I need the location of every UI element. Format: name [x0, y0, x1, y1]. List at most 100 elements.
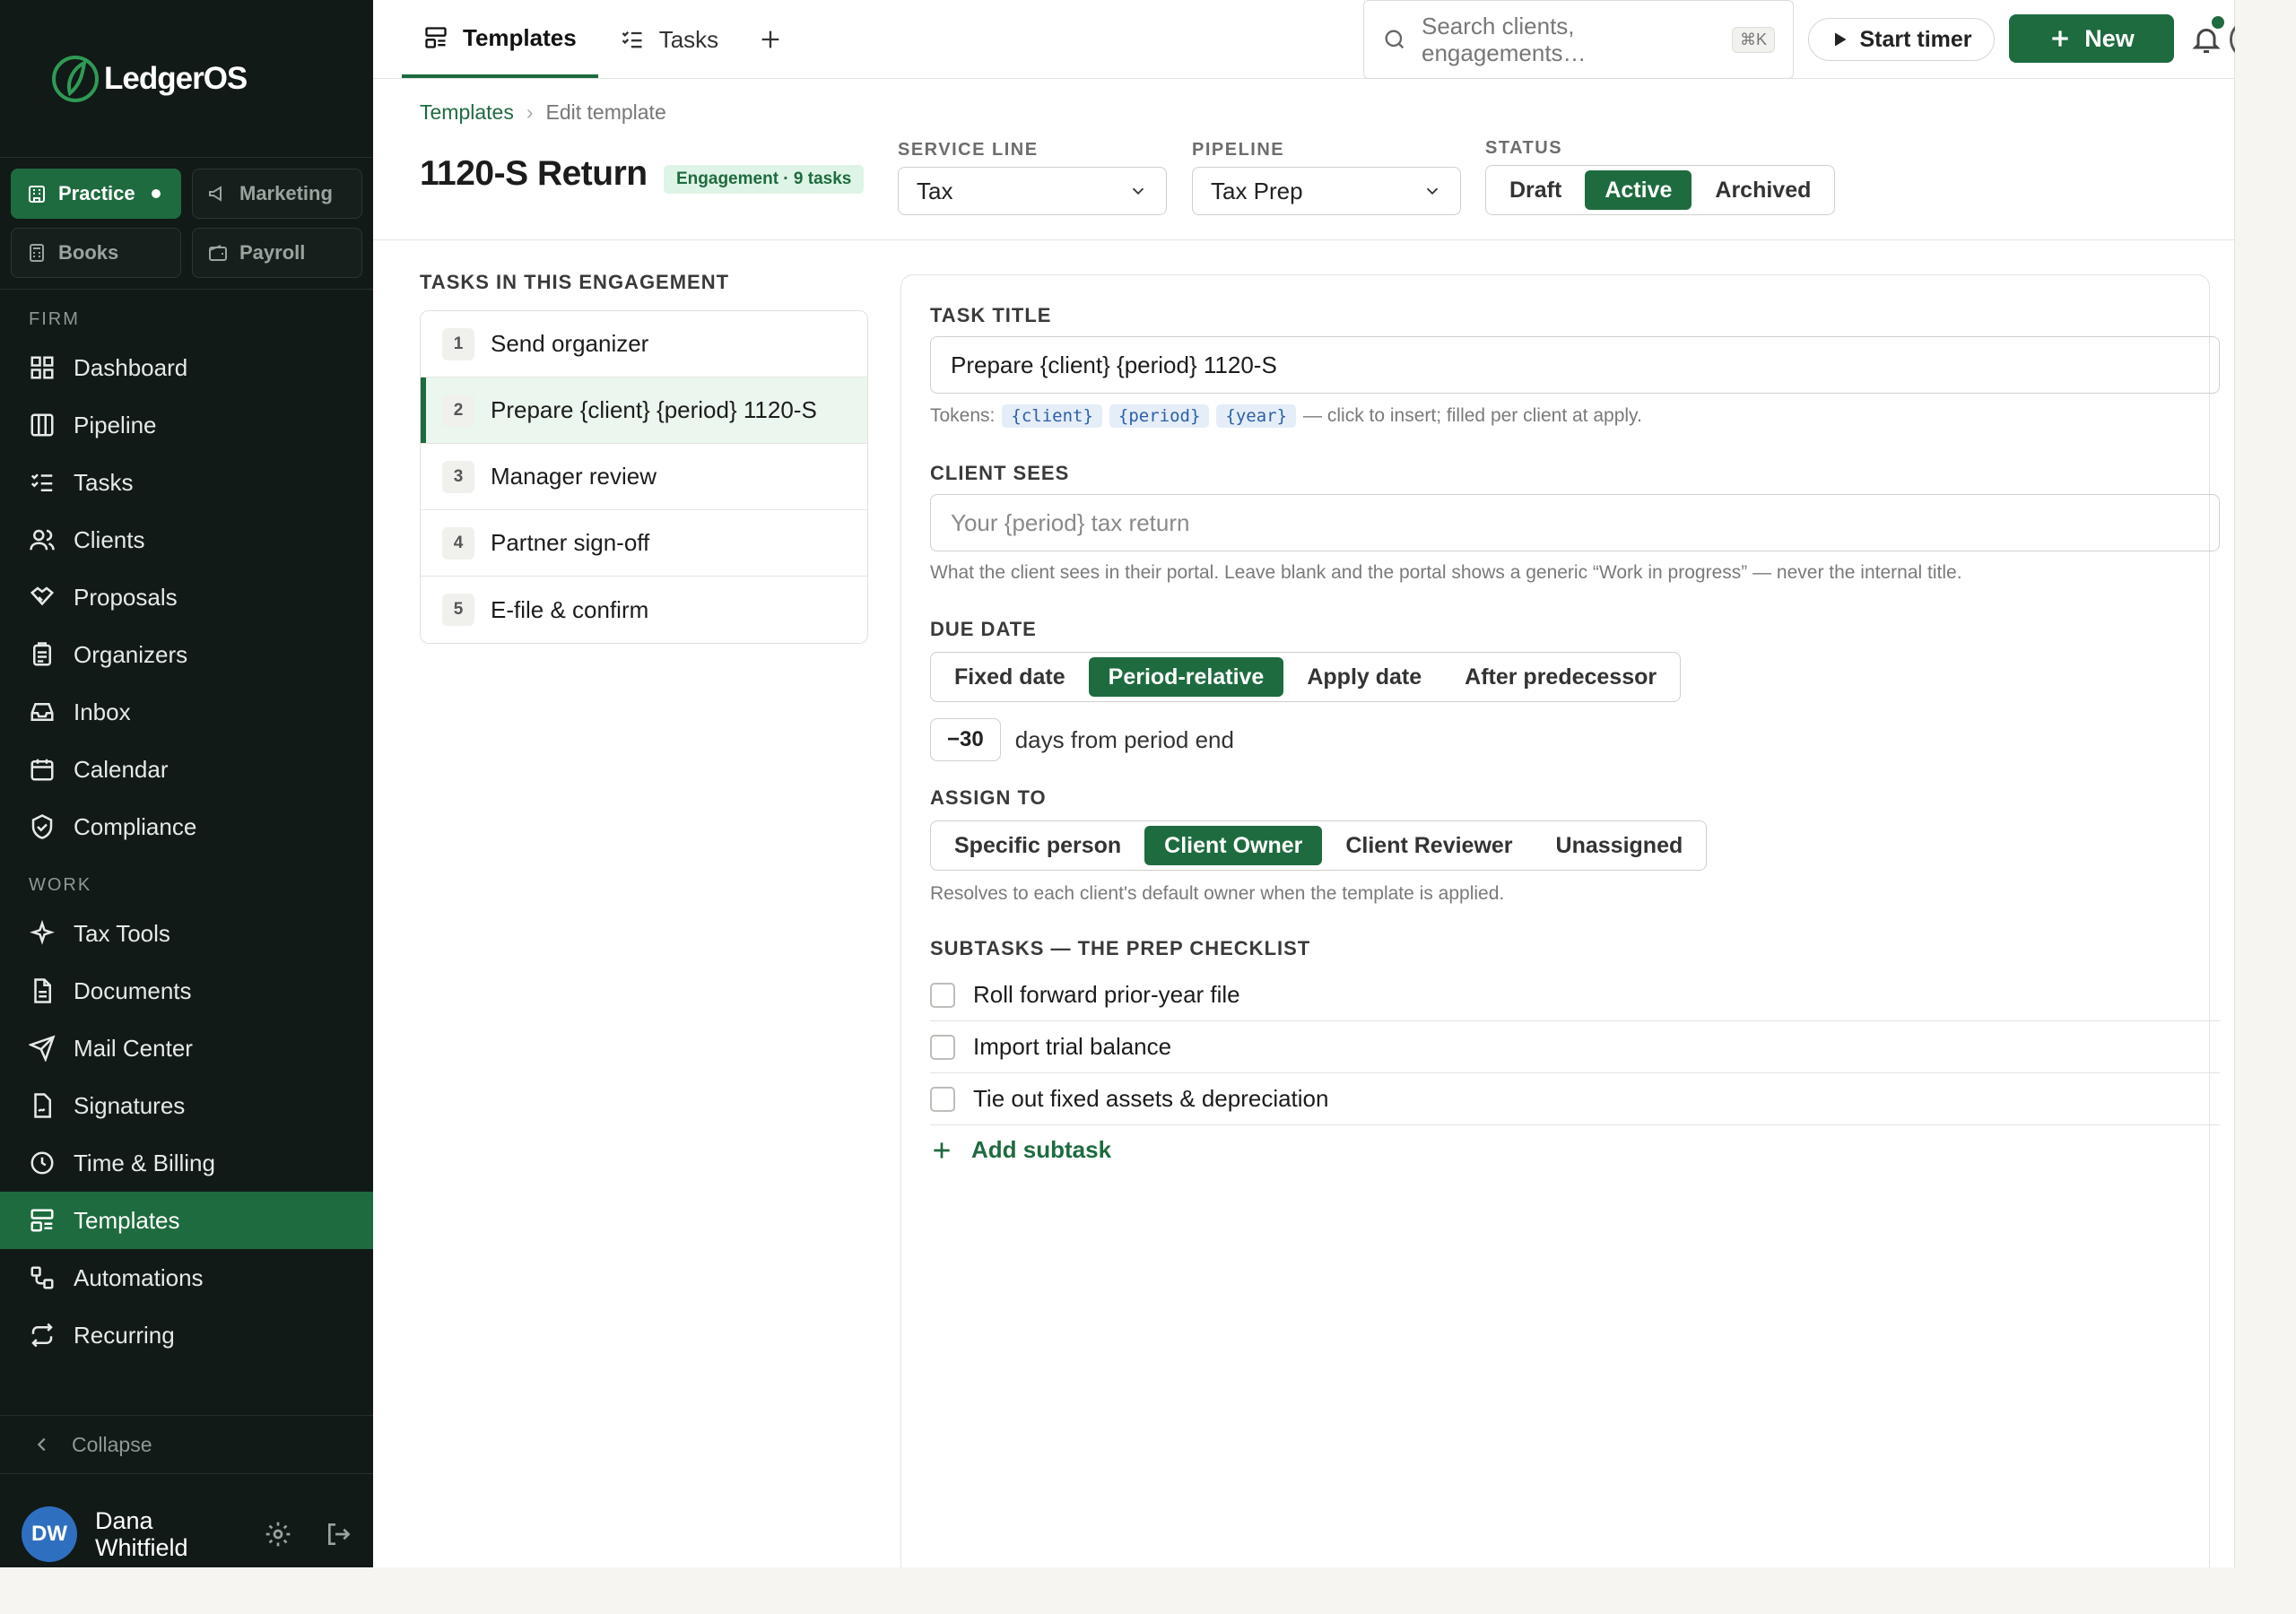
status-draft-option[interactable]: Draft [1490, 170, 1581, 210]
avatar[interactable]: DW [22, 1506, 77, 1562]
sidebar: LedgerOS Practice Marketing Books Payrol… [0, 0, 373, 1567]
sidebar-item-label: Inbox [74, 698, 131, 725]
sidebar-item-label: Tasks [74, 468, 134, 496]
tab-label: Tasks [658, 25, 719, 53]
sidebar-item-calendar[interactable]: Calendar [0, 741, 373, 798]
sidebar-item-organizers[interactable]: Organizers [0, 626, 373, 683]
token-year[interactable]: {year} [1216, 404, 1297, 428]
task-item[interactable]: 3 Manager review [421, 444, 867, 510]
assign-client-reviewer-option[interactable]: Client Reviewer [1326, 826, 1532, 865]
work-section-heading: WORK [29, 875, 92, 895]
sidebar-item-label: Calendar [74, 755, 169, 783]
user-profile: DW Dana Whitfield [22, 1506, 353, 1562]
subtask-checkbox[interactable] [930, 982, 955, 1008]
due-offset-input[interactable]: −30 [930, 718, 1001, 761]
template-icon [30, 1209, 54, 1232]
brand-name: LedgerOS [104, 60, 248, 96]
sidebar-item-time-billing[interactable]: Time & Billing [0, 1134, 373, 1192]
tab-templates[interactable]: Templates [402, 1, 598, 78]
brand-logo[interactable]: LedgerOS [0, 0, 373, 158]
start-timer-button[interactable]: Start timer [1808, 18, 1995, 61]
status-archived-option[interactable]: Archived [1695, 170, 1831, 210]
workspace-books[interactable]: Books [11, 228, 181, 278]
columns-icon [30, 413, 54, 437]
plus-icon [934, 1141, 950, 1158]
task-label: Send organizer [491, 330, 649, 357]
client-sees-label: CLIENT SEES [930, 462, 1070, 484]
assign-specific-person-option[interactable]: Specific person [935, 826, 1141, 865]
sidebar-item-documents[interactable]: Documents [0, 962, 373, 1020]
task-number: 5 [442, 594, 474, 626]
subtask-checkbox[interactable] [930, 1086, 955, 1112]
collapse-sidebar-button[interactable]: Collapse [0, 1415, 373, 1474]
workspace-practice[interactable]: Practice [11, 169, 181, 219]
breadcrumb-templates-link[interactable]: Templates [420, 100, 514, 125]
assign-unassigned-option[interactable]: Unassigned [1536, 826, 1703, 865]
workspace-label: Marketing [239, 182, 333, 204]
logout-icon[interactable] [325, 1520, 353, 1549]
status-segmented-control: Draft Active Archived [1485, 165, 1836, 215]
token-client[interactable]: {client} [1002, 404, 1102, 428]
sidebar-item-recurring[interactable]: Recurring [0, 1306, 373, 1364]
help-icon[interactable] [2230, 20, 2235, 59]
subtask-label: Tie out fixed assets & depreciation [973, 1085, 1329, 1112]
sidebar-item-tasks[interactable]: Tasks [0, 454, 373, 511]
notifications-button[interactable] [2185, 16, 2228, 61]
search-input[interactable]: Search clients, engagements… ⌘K [1363, 0, 1794, 79]
chevron-left-icon [37, 1437, 46, 1452]
status-active-option[interactable]: Active [1585, 170, 1692, 210]
sidebar-item-tax-tools[interactable]: Tax Tools [0, 905, 373, 962]
subtask-checkbox[interactable] [930, 1034, 955, 1060]
due-after-predecessor-option[interactable]: After predecessor [1445, 657, 1676, 697]
collapse-label: Collapse [72, 1432, 152, 1456]
sidebar-item-automations[interactable]: Automations [0, 1249, 373, 1306]
tokens-hint: Tokens: {client} {period} {year} — click… [930, 404, 1642, 428]
sidebar-item-proposals[interactable]: Proposals [0, 568, 373, 626]
client-sees-input[interactable]: Your {period} tax return [930, 494, 2220, 551]
service-line-select[interactable]: Tax [898, 167, 1167, 215]
sidebar-item-clients[interactable]: Clients [0, 511, 373, 568]
sidebar-item-signatures[interactable]: Signatures [0, 1077, 373, 1134]
task-item[interactable]: 4 Partner sign-off [421, 510, 867, 577]
task-item-selected[interactable]: 2 Prepare {client} {period} 1120-S [421, 377, 867, 444]
due-apply-date-option[interactable]: Apply date [1287, 657, 1441, 697]
due-fixed-date-option[interactable]: Fixed date [935, 657, 1085, 697]
breadcrumb: Templates › Edit template [420, 100, 666, 125]
subtask-row: Import trial balance [930, 1021, 2220, 1073]
task-item[interactable]: 5 E-file & confirm [421, 577, 867, 643]
sidebar-item-label: Templates [74, 1206, 180, 1234]
workspace-label: Practice [58, 182, 135, 204]
add-subtask-button[interactable]: Add subtask [930, 1136, 1111, 1164]
sidebar-item-pipeline[interactable]: Pipeline [0, 396, 373, 454]
due-period-relative-option[interactable]: Period-relative [1088, 657, 1284, 697]
breadcrumb-separator: › [526, 100, 534, 124]
task-title-input[interactable]: Prepare {client} {period} 1120-S [930, 336, 2220, 394]
tokens-label: Tokens: [930, 405, 996, 426]
building-icon [29, 186, 45, 203]
workspace-marketing[interactable]: Marketing [192, 169, 362, 219]
sidebar-item-dashboard[interactable]: Dashboard [0, 339, 373, 396]
sidebar-item-mail-center[interactable]: Mail Center [0, 1020, 373, 1077]
add-tab-button[interactable] [740, 1, 801, 78]
task-item[interactable]: 1 Send organizer [421, 311, 867, 377]
pipeline-select[interactable]: Tax Prep [1192, 167, 1461, 215]
subtask-label: Roll forward prior-year file [973, 981, 1240, 1008]
sidebar-item-templates[interactable]: Templates [0, 1192, 373, 1249]
add-subtask-label: Add subtask [971, 1136, 1112, 1163]
pipeline-value: Tax Prep [1211, 177, 1303, 204]
breadcrumb-current: Edit template [545, 100, 666, 124]
new-button[interactable]: New [2009, 14, 2174, 63]
due-offset-suffix: days from period end [1014, 725, 1234, 753]
gear-icon[interactable] [264, 1520, 292, 1549]
sidebar-item-label: Dashboard [74, 353, 188, 381]
task-label: Manager review [491, 463, 657, 490]
sidebar-item-inbox[interactable]: Inbox [0, 683, 373, 741]
subtask-label: Import trial balance [973, 1033, 1172, 1060]
sidebar-item-compliance[interactable]: Compliance [0, 798, 373, 855]
assign-client-owner-option[interactable]: Client Owner [1144, 826, 1323, 865]
page-header: Templates › Edit template 1120-S Return … [373, 79, 2234, 240]
tab-tasks[interactable]: Tasks [598, 1, 740, 78]
pipeline-label: PIPELINE [1192, 140, 1285, 160]
workspace-payroll[interactable]: Payroll [192, 228, 362, 278]
token-period[interactable]: {period} [1109, 404, 1210, 428]
